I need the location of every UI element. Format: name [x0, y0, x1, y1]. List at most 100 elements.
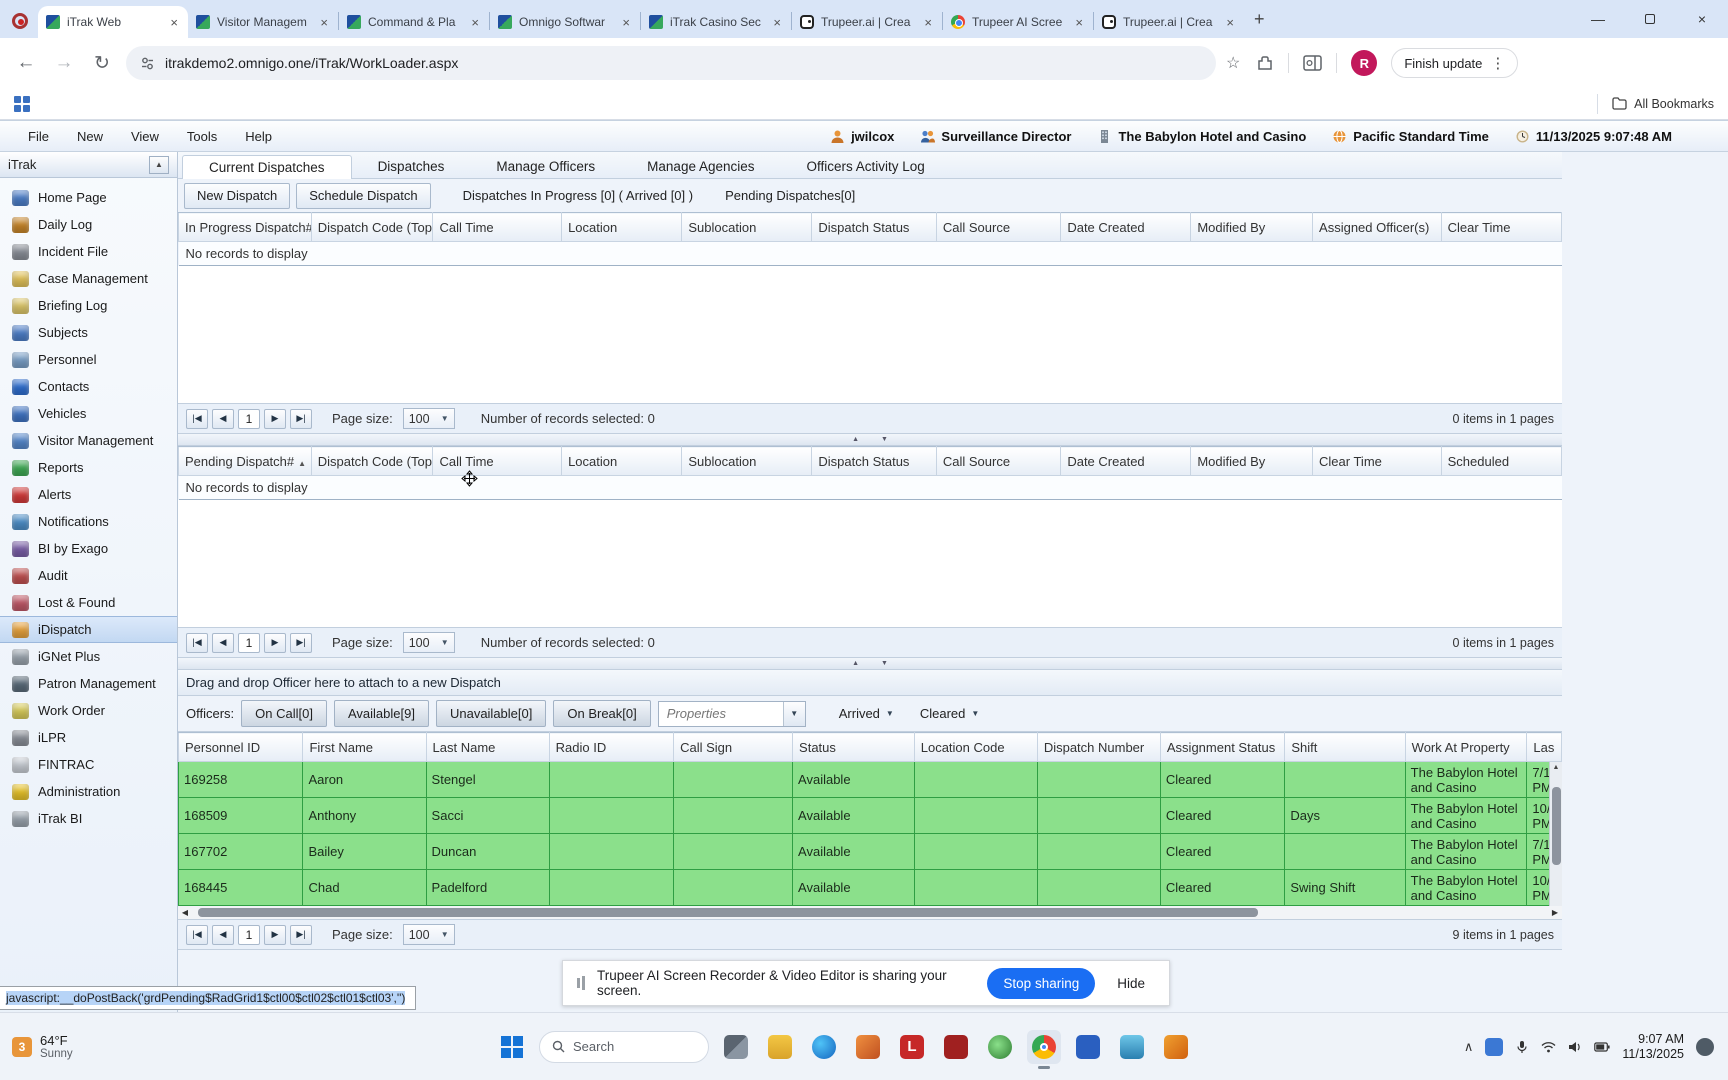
filter-unavailable-0--button[interactable]: Unavailable[0] [436, 700, 546, 727]
network-icon[interactable] [1541, 1041, 1556, 1053]
filter-on-break-0--button[interactable]: On Break[0] [553, 700, 650, 727]
new-dispatch-button[interactable]: New Dispatch [184, 183, 290, 209]
officer-row[interactable]: 167702BaileyDuncanAvailableClearedThe Ba… [179, 834, 1562, 870]
menu-help[interactable]: Help [231, 129, 286, 144]
column-header-location[interactable]: Location [562, 213, 682, 242]
column-header-call-source[interactable]: Call Source [936, 447, 1060, 476]
column-header-call-source[interactable]: Call Source [936, 213, 1060, 242]
sidebar-item-visitor-management[interactable]: Visitor Management [0, 427, 177, 454]
filter-available-9--button[interactable]: Available[9] [334, 700, 429, 727]
column-header-call-time[interactable]: Call Time [433, 447, 562, 476]
tab-close-icon[interactable]: × [168, 15, 180, 30]
browser-menu-icon[interactable]: ⋮ [1490, 54, 1505, 72]
column-header-las[interactable]: Las [1527, 733, 1562, 762]
tab-close-icon[interactable]: × [469, 15, 481, 30]
tab-manage-officers[interactable]: Manage Officers [470, 155, 621, 178]
taskbar-icon-app-green[interactable] [983, 1030, 1017, 1064]
sidebar-item-lost-found[interactable]: Lost & Found [0, 589, 177, 616]
browser-tab[interactable]: Visitor Managem× [188, 6, 338, 38]
sidebar-item-briefing-log[interactable]: Briefing Log [0, 292, 177, 319]
column-header-clear-time[interactable]: Clear Time [1441, 213, 1561, 242]
column-header-status[interactable]: Status [793, 733, 915, 762]
page-number-input[interactable]: 1 [238, 633, 260, 653]
tab-close-icon[interactable]: × [620, 15, 632, 30]
last-page-button[interactable]: ▶| [290, 409, 312, 429]
taskbar-icon-app-teal[interactable] [1115, 1030, 1149, 1064]
menu-new[interactable]: New [63, 129, 117, 144]
scroll-thumb[interactable] [198, 908, 1258, 917]
tab-close-icon[interactable]: × [771, 15, 783, 30]
next-page-button[interactable]: ▶ [264, 409, 286, 429]
column-header-work-at-property[interactable]: Work At Property [1405, 733, 1527, 762]
menu-view[interactable]: View [117, 129, 173, 144]
scroll-left-icon[interactable]: ◀ [178, 908, 192, 917]
sidebar-item-work-order[interactable]: Work Order [0, 697, 177, 724]
column-header-first-name[interactable]: First Name [303, 733, 426, 762]
taskbar-clock[interactable]: 9:07 AM 11/13/2025 [1622, 1032, 1684, 1062]
sidebar-item-alerts[interactable]: Alerts [0, 481, 177, 508]
menu-file[interactable]: File [14, 129, 63, 144]
column-header-modified-by[interactable]: Modified By [1191, 213, 1313, 242]
microphone-icon[interactable] [1515, 1040, 1529, 1054]
maximize-button[interactable] [1624, 0, 1676, 38]
browser-tab[interactable]: iTrak Web× [38, 6, 188, 38]
tab-close-icon[interactable]: × [1073, 15, 1085, 30]
forward-icon[interactable]: → [50, 52, 78, 74]
taskbar-icon-app-blue[interactable] [1071, 1030, 1105, 1064]
taskbar-icon-start[interactable] [495, 1030, 529, 1064]
sidebar-item-bi-by-exago[interactable]: BI by Exago [0, 535, 177, 562]
address-bar[interactable]: itrakdemo2.omnigo.one/iTrak/WorkLoader.a… [126, 46, 1216, 80]
first-page-button[interactable]: |◀ [186, 925, 208, 945]
sidebar-item-reports[interactable]: Reports [0, 454, 177, 481]
sidebar-item-ignet-plus[interactable]: iGNet Plus [0, 643, 177, 670]
sidebar-item-notifications[interactable]: Notifications [0, 508, 177, 535]
taskbar-icon-app-red[interactable] [939, 1030, 973, 1064]
battery-icon[interactable] [1594, 1042, 1610, 1052]
officers-vertical-scrollbar[interactable]: ▲ [1549, 762, 1562, 906]
taskbar-icon-file-explorer[interactable] [763, 1030, 797, 1064]
tray-app-icon[interactable] [1485, 1038, 1503, 1056]
scroll-up-icon[interactable]: ▲ [1553, 762, 1560, 773]
taskbar-icon-app-pen[interactable] [1159, 1030, 1193, 1064]
column-header-in-progress-dispatch-[interactable]: In Progress Dispatch# [179, 213, 312, 242]
filter-on-call-0--button[interactable]: On Call[0] [241, 700, 327, 727]
dispatch-count-link[interactable]: Pending Dispatches[0] [725, 188, 855, 203]
volume-icon[interactable] [1568, 1041, 1582, 1053]
minimize-button[interactable]: — [1572, 0, 1624, 38]
column-header-dispatch-status[interactable]: Dispatch Status [812, 447, 936, 476]
next-page-button[interactable]: ▶ [264, 633, 286, 653]
taskbar-icon-task-view[interactable] [719, 1030, 753, 1064]
column-header-dispatch-code-topic-[interactable]: Dispatch Code (Topic) [311, 213, 433, 242]
sidebar-item-personnel[interactable]: Personnel [0, 346, 177, 373]
column-header-date-created[interactable]: Date Created [1061, 447, 1191, 476]
taskbar-icon-app-red-l[interactable]: L [895, 1030, 929, 1064]
side-panel-icon[interactable] [1303, 55, 1322, 72]
splitter-handle[interactable]: ▲▼ [178, 658, 1562, 670]
taskbar-icon-edge[interactable] [807, 1030, 841, 1064]
browser-tab[interactable]: iTrak Casino Sec× [641, 6, 791, 38]
page-size-dropdown[interactable]: 100▼ [403, 408, 455, 429]
officer-row[interactable]: 169258AaronStengelAvailableClearedThe Ba… [179, 762, 1562, 798]
tab-officers-activity-log[interactable]: Officers Activity Log [781, 155, 951, 178]
tab-close-icon[interactable]: × [1224, 15, 1236, 30]
last-page-button[interactable]: ▶| [290, 633, 312, 653]
sidebar-item-incident-file[interactable]: Incident File [0, 238, 177, 265]
reload-icon[interactable]: ↻ [88, 52, 116, 75]
prev-page-button[interactable]: ◀ [212, 409, 234, 429]
sidebar-collapse-button[interactable]: ▲ [149, 156, 169, 174]
next-page-button[interactable]: ▶ [264, 925, 286, 945]
browser-tab[interactable]: Trupeer.ai | Crea× [792, 6, 942, 38]
column-header-location[interactable]: Location [562, 447, 682, 476]
bookmark-star-icon[interactable]: ☆ [1226, 53, 1240, 73]
sidebar-item-itrak-bi[interactable]: iTrak BI [0, 805, 177, 832]
officers-horizontal-scrollbar[interactable]: ◀ ▶ [178, 906, 1562, 920]
tab-close-icon[interactable]: × [922, 15, 934, 30]
tab-close-icon[interactable]: × [318, 15, 330, 30]
close-button[interactable]: × [1676, 0, 1728, 38]
dispatch-count-link[interactable]: Dispatches In Progress [0] ( Arrived [0]… [463, 188, 693, 203]
url-text[interactable]: itrakdemo2.omnigo.one/iTrak/WorkLoader.a… [165, 55, 1202, 71]
column-header-dispatch-status[interactable]: Dispatch Status [812, 213, 936, 242]
arrived-dropdown[interactable]: Arrived▼ [839, 706, 894, 721]
sidebar-item-subjects[interactable]: Subjects [0, 319, 177, 346]
column-header-last-name[interactable]: Last Name [426, 733, 549, 762]
